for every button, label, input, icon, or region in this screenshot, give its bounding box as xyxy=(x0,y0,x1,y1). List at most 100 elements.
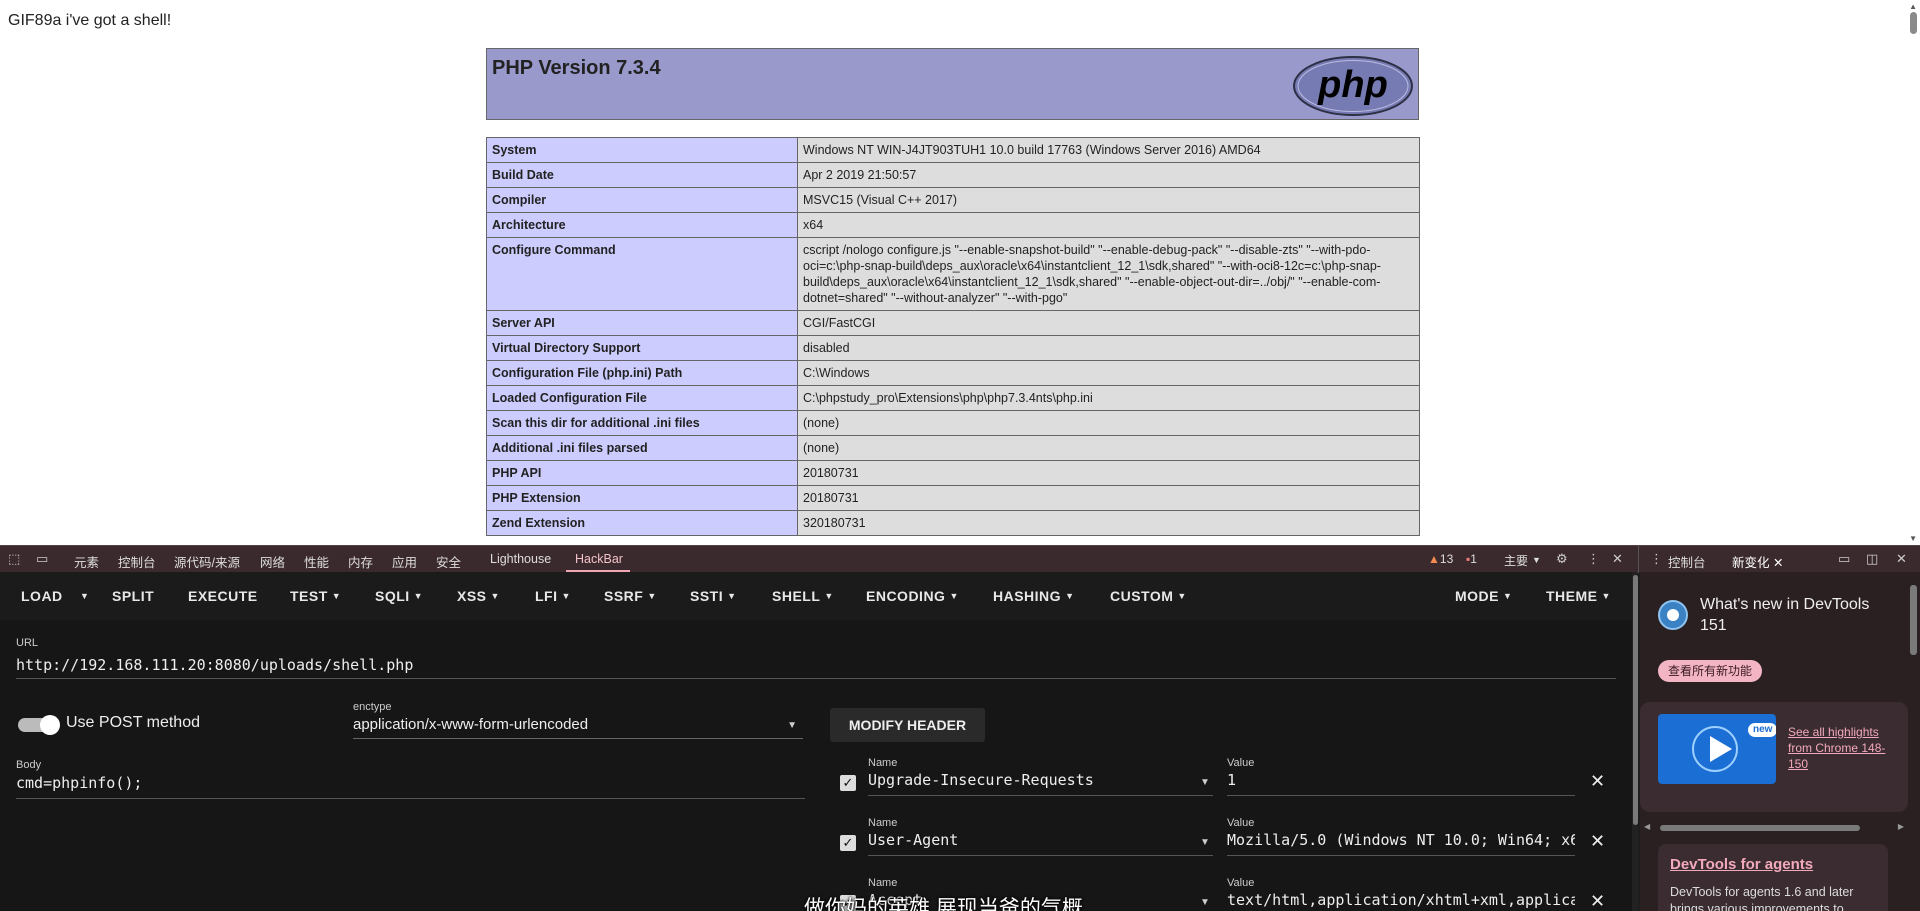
more-options-icon[interactable]: ⋮ xyxy=(1587,551,1600,567)
inspect-element-icon[interactable]: ⬚ xyxy=(8,551,20,567)
tab-elements[interactable]: 元素 xyxy=(74,552,99,571)
warnings-counter[interactable]: ▲13 xyxy=(1428,552,1453,566)
tab-console[interactable]: 控制台 xyxy=(118,552,156,571)
info-value: (none) xyxy=(797,435,1420,461)
drawer-more-icon[interactable]: ⋮ xyxy=(1650,551,1663,567)
close-icon[interactable]: ✕ xyxy=(1612,551,1623,567)
header-value-input[interactable]: 1 xyxy=(1227,771,1575,796)
info-key: Build Date xyxy=(486,162,798,188)
ssrf-menu[interactable]: SSRF ▼ xyxy=(604,588,657,604)
info-key: Loaded Configuration File xyxy=(486,385,798,411)
test-menu[interactable]: TEST ▼ xyxy=(290,588,341,604)
highlights-card: new See all highlights from Chrome 148-1… xyxy=(1640,702,1908,812)
lfi-menu[interactable]: LFI ▼ xyxy=(535,588,571,604)
load-dropdown-icon[interactable]: ▼ xyxy=(80,591,89,601)
chrome-devtools-logo-icon xyxy=(1658,600,1688,630)
header-name-input[interactable]: User-Agent xyxy=(868,831,1213,856)
execute-button[interactable]: EXECUTE xyxy=(188,588,258,604)
page-scrollbar[interactable]: ▲ ▼ xyxy=(1906,0,1920,545)
warnings-count: 13 xyxy=(1439,552,1454,566)
page-scroll-thumb[interactable] xyxy=(1910,12,1917,34)
info-row: Build Date Apr 2 2019 21:50:57 xyxy=(486,162,1420,188)
header-enabled-checkbox[interactable]: ✓ xyxy=(840,775,856,791)
header-value-input[interactable]: text/html,application/xhtml+xml,applicat… xyxy=(1227,891,1575,911)
php-version-title: PHP Version 7.3.4 xyxy=(492,57,661,79)
see-highlights-link[interactable]: See all highlights from Chrome 148-150 xyxy=(1788,724,1898,772)
scroll-left-icon[interactable]: ◀ xyxy=(1644,822,1650,831)
hackbar-scrollbar-thumb[interactable] xyxy=(1633,575,1638,825)
chevron-down-icon: ▼ xyxy=(949,591,959,601)
video-thumbnail[interactable]: new xyxy=(1658,714,1776,784)
xss-menu[interactable]: XSS ▼ xyxy=(457,588,500,604)
scroll-right-icon[interactable]: ▶ xyxy=(1898,822,1904,831)
enctype-select[interactable]: application/x-www-form-urlencoded ▼ xyxy=(353,716,803,739)
see-all-features-button[interactable]: 查看所有新功能 xyxy=(1658,660,1763,682)
post-method-toggle[interactable] xyxy=(18,715,60,735)
shell-menu-label: SHELL xyxy=(772,588,821,604)
encoding-menu[interactable]: ENCODING ▼ xyxy=(866,588,959,604)
horizontal-scroll-thumb[interactable] xyxy=(1660,825,1860,831)
mode-menu[interactable]: MODE ▼ xyxy=(1455,588,1512,604)
xss-menu-label: XSS xyxy=(457,588,487,604)
shell-menu[interactable]: SHELL ▼ xyxy=(772,588,834,604)
chevron-down-icon: ▼ xyxy=(1532,555,1541,565)
theme-menu[interactable]: THEME ▼ xyxy=(1546,588,1611,604)
ssti-menu[interactable]: SSTI ▼ xyxy=(690,588,737,604)
url-input[interactable]: http://192.168.111.20:8080/uploads/shell… xyxy=(16,652,1616,679)
device-toolbar-icon[interactable]: ▭ xyxy=(36,551,48,567)
info-row: Configuration File (php.ini) Path C:\Wind… xyxy=(486,360,1420,386)
modify-header-button[interactable]: MODIFY HEADER xyxy=(830,708,985,742)
close-devtools-icon[interactable]: ✕ xyxy=(1896,551,1907,567)
info-value: cscript /nologo configure.js "--enable-s… xyxy=(797,237,1420,311)
info-row: PHP Extension 20180731 xyxy=(486,485,1420,511)
whats-new-title: What's new in DevTools 151 xyxy=(1700,596,1870,634)
tab-application[interactable]: 应用 xyxy=(392,552,417,571)
sqli-menu[interactable]: SQLI ▼ xyxy=(375,588,423,604)
info-row: System Windows NT WIN-J4JT903TUH1 10.0 bu… xyxy=(486,137,1420,163)
devtools-agents-link[interactable]: DevTools for agents xyxy=(1670,856,1813,873)
scroll-down-icon[interactable]: ▼ xyxy=(1909,534,1917,543)
hashing-menu[interactable]: HASHING ▼ xyxy=(993,588,1074,604)
split-button[interactable]: SPLIT xyxy=(112,588,154,604)
tab-security[interactable]: 安全 xyxy=(436,552,461,571)
url-label: URL xyxy=(16,637,39,649)
tab-hackbar[interactable]: HackBar xyxy=(575,552,623,566)
context-label: 主要 xyxy=(1504,554,1529,568)
header-name-input[interactable]: Upgrade-Insecure-Requests xyxy=(868,771,1213,796)
tab-performance[interactable]: 性能 xyxy=(304,552,329,571)
horizontal-scrollbar[interactable]: ◀ ▶ xyxy=(1644,822,1904,832)
chevron-down-icon[interactable]: ▼ xyxy=(1200,837,1210,848)
custom-menu[interactable]: CUSTOM ▼ xyxy=(1110,588,1187,604)
tab-lighthouse[interactable]: Lighthouse xyxy=(490,552,551,566)
chevron-down-icon[interactable]: ▼ xyxy=(1200,897,1210,908)
chevron-down-icon: ▼ xyxy=(824,591,834,601)
load-button[interactable]: LOAD xyxy=(21,588,63,604)
remove-header-icon[interactable]: ✕ xyxy=(1590,771,1605,792)
info-key: Configure Command xyxy=(486,237,798,311)
tab-sources[interactable]: 源代码/来源 xyxy=(174,552,240,571)
gear-icon[interactable]: ⚙ xyxy=(1556,551,1568,567)
tab-network[interactable]: 网络 xyxy=(260,552,285,571)
remove-header-icon[interactable]: ✕ xyxy=(1590,831,1605,852)
header-value-input[interactable]: Mozilla/5.0 (Windows NT 10.0; Win64; x64… xyxy=(1227,831,1575,856)
drawer-tab-console[interactable]: 控制台 xyxy=(1668,552,1706,571)
info-key: Architecture xyxy=(486,212,798,238)
tab-memory[interactable]: 内存 xyxy=(348,552,373,571)
dock-bottom-icon[interactable]: ▭ xyxy=(1838,551,1850,567)
whats-new-scrollbar-thumb[interactable] xyxy=(1910,585,1917,655)
messages-counter[interactable]: ▪1 xyxy=(1466,552,1477,566)
drawer-tab-whats-new-label: 新变化 xyxy=(1732,556,1770,570)
body-input[interactable]: cmd=phpinfo(); xyxy=(16,774,805,799)
dock-side-icon[interactable]: ◫ xyxy=(1866,551,1878,567)
chevron-down-icon[interactable]: ▼ xyxy=(1200,777,1210,788)
remove-header-icon[interactable]: ✕ xyxy=(1590,891,1605,911)
close-icon[interactable]: ✕ xyxy=(1773,556,1783,570)
scroll-up-icon[interactable]: ▲ xyxy=(1909,2,1917,11)
context-selector[interactable]: 主要 ▼ xyxy=(1504,552,1541,569)
php-logo: php xyxy=(1293,56,1413,116)
info-row: PHP API 20180731 xyxy=(486,460,1420,486)
chevron-down-icon: ▼ xyxy=(331,591,342,601)
header-enabled-checkbox[interactable]: ✓ xyxy=(840,835,856,851)
php-version-header: PHP Version 7.3.4 php xyxy=(486,48,1419,120)
enctype-value: application/x-www-form-urlencoded xyxy=(353,716,589,733)
